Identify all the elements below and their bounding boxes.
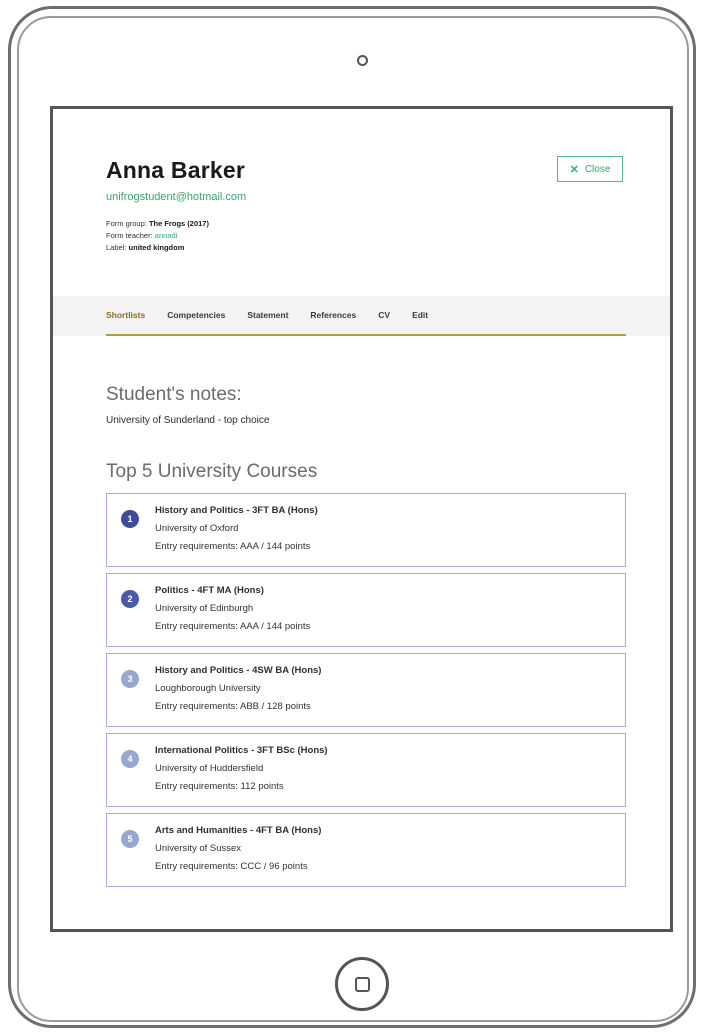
form-group-row: Form group: The Frogs (2017) [106, 218, 209, 230]
tab-competencies[interactable]: Competencies [167, 310, 225, 320]
tab-statement[interactable]: Statement [247, 310, 288, 320]
notes-heading: Student's notes: [106, 384, 242, 405]
screen: Anna Barker unifrogstudent@hotmail.com F… [50, 106, 673, 932]
rank-badge: 4 [121, 750, 139, 768]
course-requirements: Entry requirements: AAA / 144 points [155, 621, 311, 632]
course-card[interactable]: 4 International Politics - 3FT BSc (Hons… [106, 733, 626, 807]
notes-text: University of Sunderland - top choice [106, 415, 270, 426]
course-title: Arts and Humanities - 4FT BA (Hons) [155, 825, 322, 836]
course-card[interactable]: 1 History and Politics - 3FT BA (Hons) U… [106, 493, 626, 567]
course-university: University of Huddersfield [155, 763, 264, 774]
course-university: University of Oxford [155, 523, 239, 534]
course-card[interactable]: 5 Arts and Humanities - 4FT BA (Hons) Un… [106, 813, 626, 887]
course-title: Politics - 4FT MA (Hons) [155, 585, 264, 596]
tab-references[interactable]: References [310, 310, 356, 320]
tab-list: Shortlists Competencies Statement Refere… [106, 296, 626, 336]
course-title: History and Politics - 3FT BA (Hons) [155, 505, 318, 516]
course-card[interactable]: 2 Politics - 4FT MA (Hons) University of… [106, 573, 626, 647]
course-list: 1 History and Politics - 3FT BA (Hons) U… [106, 493, 626, 893]
course-requirements: Entry requirements: ABB / 128 points [155, 701, 311, 712]
student-email[interactable]: unifrogstudent@hotmail.com [106, 191, 246, 203]
close-button[interactable]: ✕ Close [557, 156, 623, 182]
home-button[interactable] [335, 957, 389, 1011]
form-teacher-row: Form teacher: annadi [106, 230, 209, 242]
course-university: University of Sussex [155, 843, 242, 854]
tabs-bar: Shortlists Competencies Statement Refere… [53, 296, 670, 336]
form-teacher-link[interactable]: annadi [155, 231, 178, 240]
close-icon: ✕ [569, 163, 579, 176]
rank-badge: 2 [121, 590, 139, 608]
tab-cv[interactable]: CV [378, 310, 390, 320]
rank-badge: 3 [121, 670, 139, 688]
course-title: History and Politics - 4SW BA (Hons) [155, 665, 322, 676]
student-name: Anna Barker [106, 157, 245, 183]
course-requirements: Entry requirements: CCC / 96 points [155, 861, 308, 872]
course-university: University of Edinburgh [155, 603, 254, 614]
label-row: Label: united kingdom [106, 242, 209, 254]
courses-heading: Top 5 University Courses [106, 461, 318, 482]
rank-badge: 5 [121, 830, 139, 848]
home-square-icon [354, 976, 370, 992]
course-university: Loughborough University [155, 683, 261, 694]
course-requirements: Entry requirements: AAA / 144 points [155, 541, 311, 552]
tab-edit[interactable]: Edit [412, 310, 428, 320]
label-label: Label: [106, 243, 127, 252]
form-group-value: The Frogs (2017) [148, 219, 209, 228]
student-profile-panel: Anna Barker unifrogstudent@hotmail.com F… [53, 109, 670, 929]
label-value: united kingdom [128, 243, 185, 252]
camera-icon [357, 55, 368, 66]
tab-shortlists[interactable]: Shortlists [106, 310, 145, 320]
rank-badge: 1 [121, 510, 139, 528]
close-button-label: Close [584, 163, 611, 175]
course-requirements: Entry requirements: 112 points [155, 781, 284, 792]
course-card[interactable]: 3 History and Politics - 4SW BA (Hons) L… [106, 653, 626, 727]
form-teacher-label: Form teacher: [106, 231, 153, 240]
course-title: International Politics - 3FT BSc (Hons) [155, 745, 328, 756]
student-meta: Form group: The Frogs (2017) Form teache… [106, 218, 209, 254]
form-group-label: Form group: [106, 219, 147, 228]
